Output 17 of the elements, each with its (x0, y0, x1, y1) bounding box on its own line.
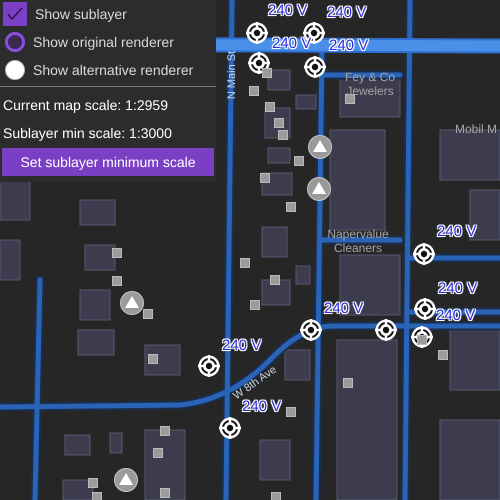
option-label: Show sublayer (35, 4, 127, 24)
place-label: Napervalue Cleaners (327, 227, 389, 255)
place-label: Fey & Co Jewelers (345, 70, 395, 98)
voltage-label: 240 V (272, 36, 312, 52)
option-label: Show original renderer (33, 32, 174, 52)
voltage-label: 240 V (324, 301, 364, 317)
place-label: Mobil M (455, 122, 497, 136)
scale-text: Current map scale: 1:2959 (2, 96, 169, 115)
voltage-label: 240 V (438, 281, 478, 297)
voltage-label: 240 V (329, 38, 368, 54)
street-label: N Main St (226, 50, 238, 100)
voltage-label: 240 V (242, 399, 282, 415)
option-label: Show alternative renderer (33, 60, 194, 80)
voltage-label: 240 V (268, 3, 308, 19)
scale-text: Sublayer min scale: 1:3000 (2, 124, 173, 143)
voltage-label: 240 V (327, 5, 366, 21)
voltage-label: 240 V (437, 224, 476, 240)
